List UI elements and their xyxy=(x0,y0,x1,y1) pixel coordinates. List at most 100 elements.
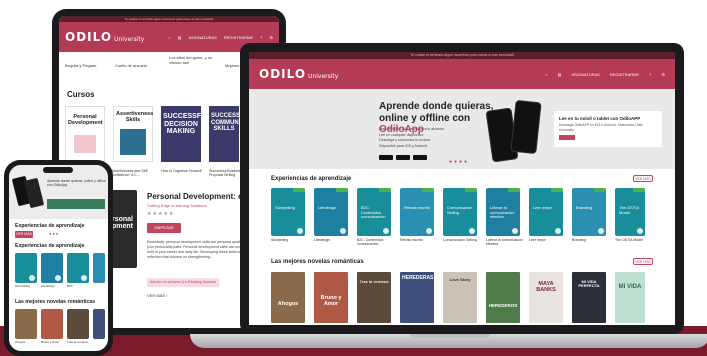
caption: Bruno y Amor xyxy=(41,341,60,344)
phone-see-all-button[interactable]: VER MÁS xyxy=(15,231,33,238)
laptop-nav: ⌂ ▤ ASIGNATURAS REGISTRARME ? ⚙ xyxy=(535,72,665,77)
course-cover[interactable]: Leer mejor xyxy=(529,188,563,236)
phone-device: Aprende donde quieras, online y offline … xyxy=(4,160,113,356)
app-promo-banner: Aprende donde quieras, online y offline … xyxy=(249,89,675,169)
nav-asignaturas[interactable]: ASIGNATURAS xyxy=(571,72,599,77)
course-cover[interactable]: Storytelling xyxy=(271,188,305,236)
caption: Retrato escrito xyxy=(400,238,423,242)
caption: Branding xyxy=(572,238,587,242)
laptop-device: Te cookie el centrado algun incorrecto p… xyxy=(240,43,684,334)
home-icon[interactable]: ⌂ xyxy=(168,35,170,40)
course-cover[interactable]: Assertiveness Skills xyxy=(113,106,153,162)
section-title-novels: Las mejores novelas románticas xyxy=(271,259,364,265)
caption: Assertiveness and Self Confidence: A C… xyxy=(111,169,148,178)
novel-cover[interactable] xyxy=(93,309,105,339)
app-card: Lee en tu móvil o tablet con OdiloAPP De… xyxy=(554,111,662,147)
banner-phones xyxy=(485,95,543,167)
phone-screen: Aprende donde quieras, online y offline … xyxy=(9,165,108,351)
course-cover[interactable]: SUCCESSFUL DECISION MAKING xyxy=(161,106,210,162)
settings-icon[interactable]: ⚙ xyxy=(269,35,273,40)
course-cover[interactable] xyxy=(93,253,105,283)
phone-banner: Aprende donde quieras, online y offline … xyxy=(9,165,108,219)
settings-icon[interactable]: ⚙ xyxy=(661,72,665,77)
phone-notch xyxy=(43,167,73,173)
novel-cover[interactable]: Ahogos xyxy=(271,272,305,323)
store-badges xyxy=(379,155,430,160)
caption: Comunicación Selling xyxy=(443,238,477,242)
novel-cover[interactable]: HEREDEROS xyxy=(486,272,520,323)
caption: Liderar la comunicación efectiva xyxy=(486,238,523,247)
course-cover[interactable] xyxy=(15,253,37,283)
novel-cover[interactable]: MAYA BANKS xyxy=(529,272,563,323)
section-title-learning: Experiencias de aprendizaje xyxy=(271,176,352,182)
course-cover[interactable]: Liderar la comunicación efectiva xyxy=(486,188,520,236)
caption: Lifedesign xyxy=(41,285,55,288)
carousel-dots[interactable]: ●●●● xyxy=(449,159,469,165)
phone-banner-strip xyxy=(47,199,105,209)
course-cover[interactable]: The OSTIA Model xyxy=(615,188,645,236)
devices-mockup: Te cookie el centrado algun incorrecto p… xyxy=(0,0,707,356)
caption: Lifedesign xyxy=(314,238,330,242)
novel-cover[interactable]: Bruno y Amor xyxy=(314,272,348,323)
course-cover[interactable] xyxy=(41,253,63,283)
laptop-base xyxy=(190,334,707,348)
caption: Ahogos xyxy=(15,341,26,344)
laptop-screen: Te cookie el centrado algun incorrecto p… xyxy=(249,52,675,325)
phone-section-title: Experiencias de aprendizaje xyxy=(15,243,85,249)
novel-cover[interactable] xyxy=(41,309,63,339)
cookie-notice: Te cookie el centrado algun incorrecto p… xyxy=(249,52,675,59)
rating-stars[interactable]: ★★★★★ xyxy=(147,211,174,217)
caption: Cuello de anzuelo xyxy=(115,63,148,68)
section-title-cursos: Cursos xyxy=(67,90,95,99)
caption: Tras la ventana xyxy=(67,341,88,344)
novel-cover[interactable]: MI VIDA PERFECTA xyxy=(572,272,606,323)
web-badge[interactable] xyxy=(413,155,427,160)
phone-section-title: Experiencias de aprendizaje xyxy=(15,223,85,229)
course-cover[interactable]: Personal Development xyxy=(65,106,105,162)
course-cover[interactable]: Branding xyxy=(572,188,606,236)
course-cover[interactable]: Lifedesign xyxy=(314,188,348,236)
book-icon[interactable]: ▤ xyxy=(558,72,562,77)
novel-cover[interactable]: HEREDERAS xyxy=(400,272,434,323)
course-cover[interactable]: Retrato escrito xyxy=(400,188,434,236)
course-cover[interactable] xyxy=(67,253,89,283)
laptop-header: ODILO University ⌂ ▤ ASIGNATURAS REGISTRA… xyxy=(249,59,675,89)
course-cover[interactable]: Comunicación Selling xyxy=(443,188,477,236)
nav-asignaturas[interactable]: ASIGNATURAS xyxy=(188,35,216,40)
laptop-logo[interactable]: ODILO University xyxy=(259,67,338,81)
help-icon[interactable]: ? xyxy=(649,72,651,77)
google-play-badge[interactable] xyxy=(396,155,410,160)
home-icon[interactable]: ⌂ xyxy=(545,72,547,77)
detail-tag[interactable]: Adicion en cortante & e-Reading Success xyxy=(147,278,219,287)
course-cover[interactable]: B2C: Contenidos comunicación xyxy=(357,188,391,236)
novel-cover[interactable] xyxy=(67,309,89,339)
caption: How to Organize Yourself xyxy=(161,169,202,173)
see-more-link[interactable]: VER MÁS › xyxy=(147,293,167,298)
detail-publisher[interactable]: Cutting Edge eLearning Solutions xyxy=(147,203,207,208)
course-cover[interactable]: SUCCESSFUL COMMUNICATION SKILLS xyxy=(209,106,263,162)
banner-bullets: Más de 4.000.000 de títulos a tu alcance… xyxy=(379,127,444,148)
novel-cover[interactable]: Love Story xyxy=(443,272,477,323)
caption: Storytelling xyxy=(271,238,289,242)
caption: The OSTIA Model xyxy=(615,238,643,242)
see-all-button[interactable]: VER MÁS xyxy=(633,175,653,182)
phone-section-title: Las mejores novelas románticas xyxy=(15,299,96,305)
help-icon[interactable]: ? xyxy=(260,35,262,40)
start-button[interactable]: EMPEZAR xyxy=(147,223,181,233)
caption: Los altos del guion, y no vinculo aun xyxy=(169,55,213,65)
caption: B2C xyxy=(67,285,73,288)
caption: Storytelling xyxy=(15,285,30,288)
card-button[interactable] xyxy=(559,135,575,141)
caption: B2C: Contenidos comunicación xyxy=(357,238,384,247)
nav-registrarme[interactable]: REGISTRARME xyxy=(224,35,253,40)
nav-registrarme[interactable]: REGISTRARME xyxy=(610,72,639,77)
caption: Brujulla y Pegado xyxy=(65,63,97,68)
novel-cover[interactable]: Tras la ventana xyxy=(357,272,391,323)
app-store-badge[interactable] xyxy=(379,155,393,160)
tablet-logo[interactable]: ODILO University xyxy=(65,30,144,44)
carousel-dots[interactable]: ●●● xyxy=(49,231,59,236)
novel-cover[interactable]: MI VIDA xyxy=(615,272,645,323)
novel-cover[interactable] xyxy=(15,309,37,339)
book-icon[interactable]: ▤ xyxy=(178,35,182,40)
see-all-button[interactable]: VER MÁS xyxy=(633,258,653,265)
